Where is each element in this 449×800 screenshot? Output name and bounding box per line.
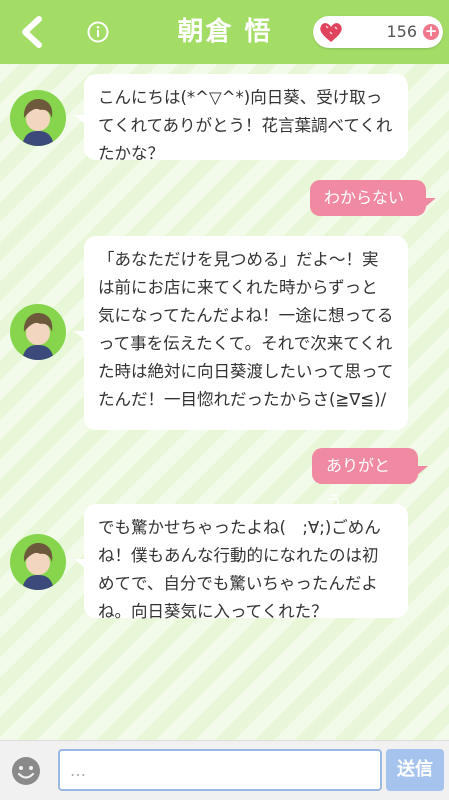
- points-counter[interactable]: 156 +: [313, 16, 443, 48]
- partner-message: 「あなただけを見つめる」だよ～！実は前にお店に来てくれた時からずっと気になってた…: [74, 236, 408, 430]
- info-button[interactable]: [85, 19, 111, 45]
- message-input-bar: 送信: [0, 740, 449, 800]
- chevron-left-icon: [22, 16, 42, 48]
- partner-message: でも驚かせちゃったよね( ;∀;)ごめんね！僕もあんな行動的になれたのは初めてで…: [74, 504, 408, 621]
- chat-area[interactable]: こんにちは(*^▽^*)向日葵、受け取ってくれてありがとう！花言葉調べてくれたか…: [0, 64, 449, 740]
- points-value: 156: [386, 22, 417, 41]
- avatar[interactable]: [10, 90, 66, 146]
- send-button[interactable]: 送信: [386, 749, 444, 791]
- add-points-button[interactable]: +: [423, 24, 439, 40]
- avatar-portrait-icon: [22, 313, 54, 360]
- info-icon: [87, 21, 109, 43]
- avatar[interactable]: [10, 304, 66, 360]
- emoji-button[interactable]: [10, 755, 42, 787]
- header-bar: 朝倉 悟 156 +: [0, 0, 449, 64]
- smiley-icon: [12, 757, 40, 785]
- avatar-portrait-icon: [22, 543, 54, 590]
- my-message: ありがとう: [312, 448, 428, 511]
- avatar[interactable]: [10, 534, 66, 590]
- partner-message: こんにちは(*^▽^*)向日葵、受け取ってくれてありがとう！花言葉調べてくれたか…: [74, 74, 408, 163]
- my-message: わからない: [310, 180, 436, 216]
- avatar-portrait-icon: [22, 99, 54, 146]
- back-button[interactable]: [12, 12, 52, 52]
- heart-gem-icon: [320, 23, 342, 42]
- message-input[interactable]: [58, 749, 382, 791]
- chat-partner-name: 朝倉 悟: [177, 17, 273, 47]
